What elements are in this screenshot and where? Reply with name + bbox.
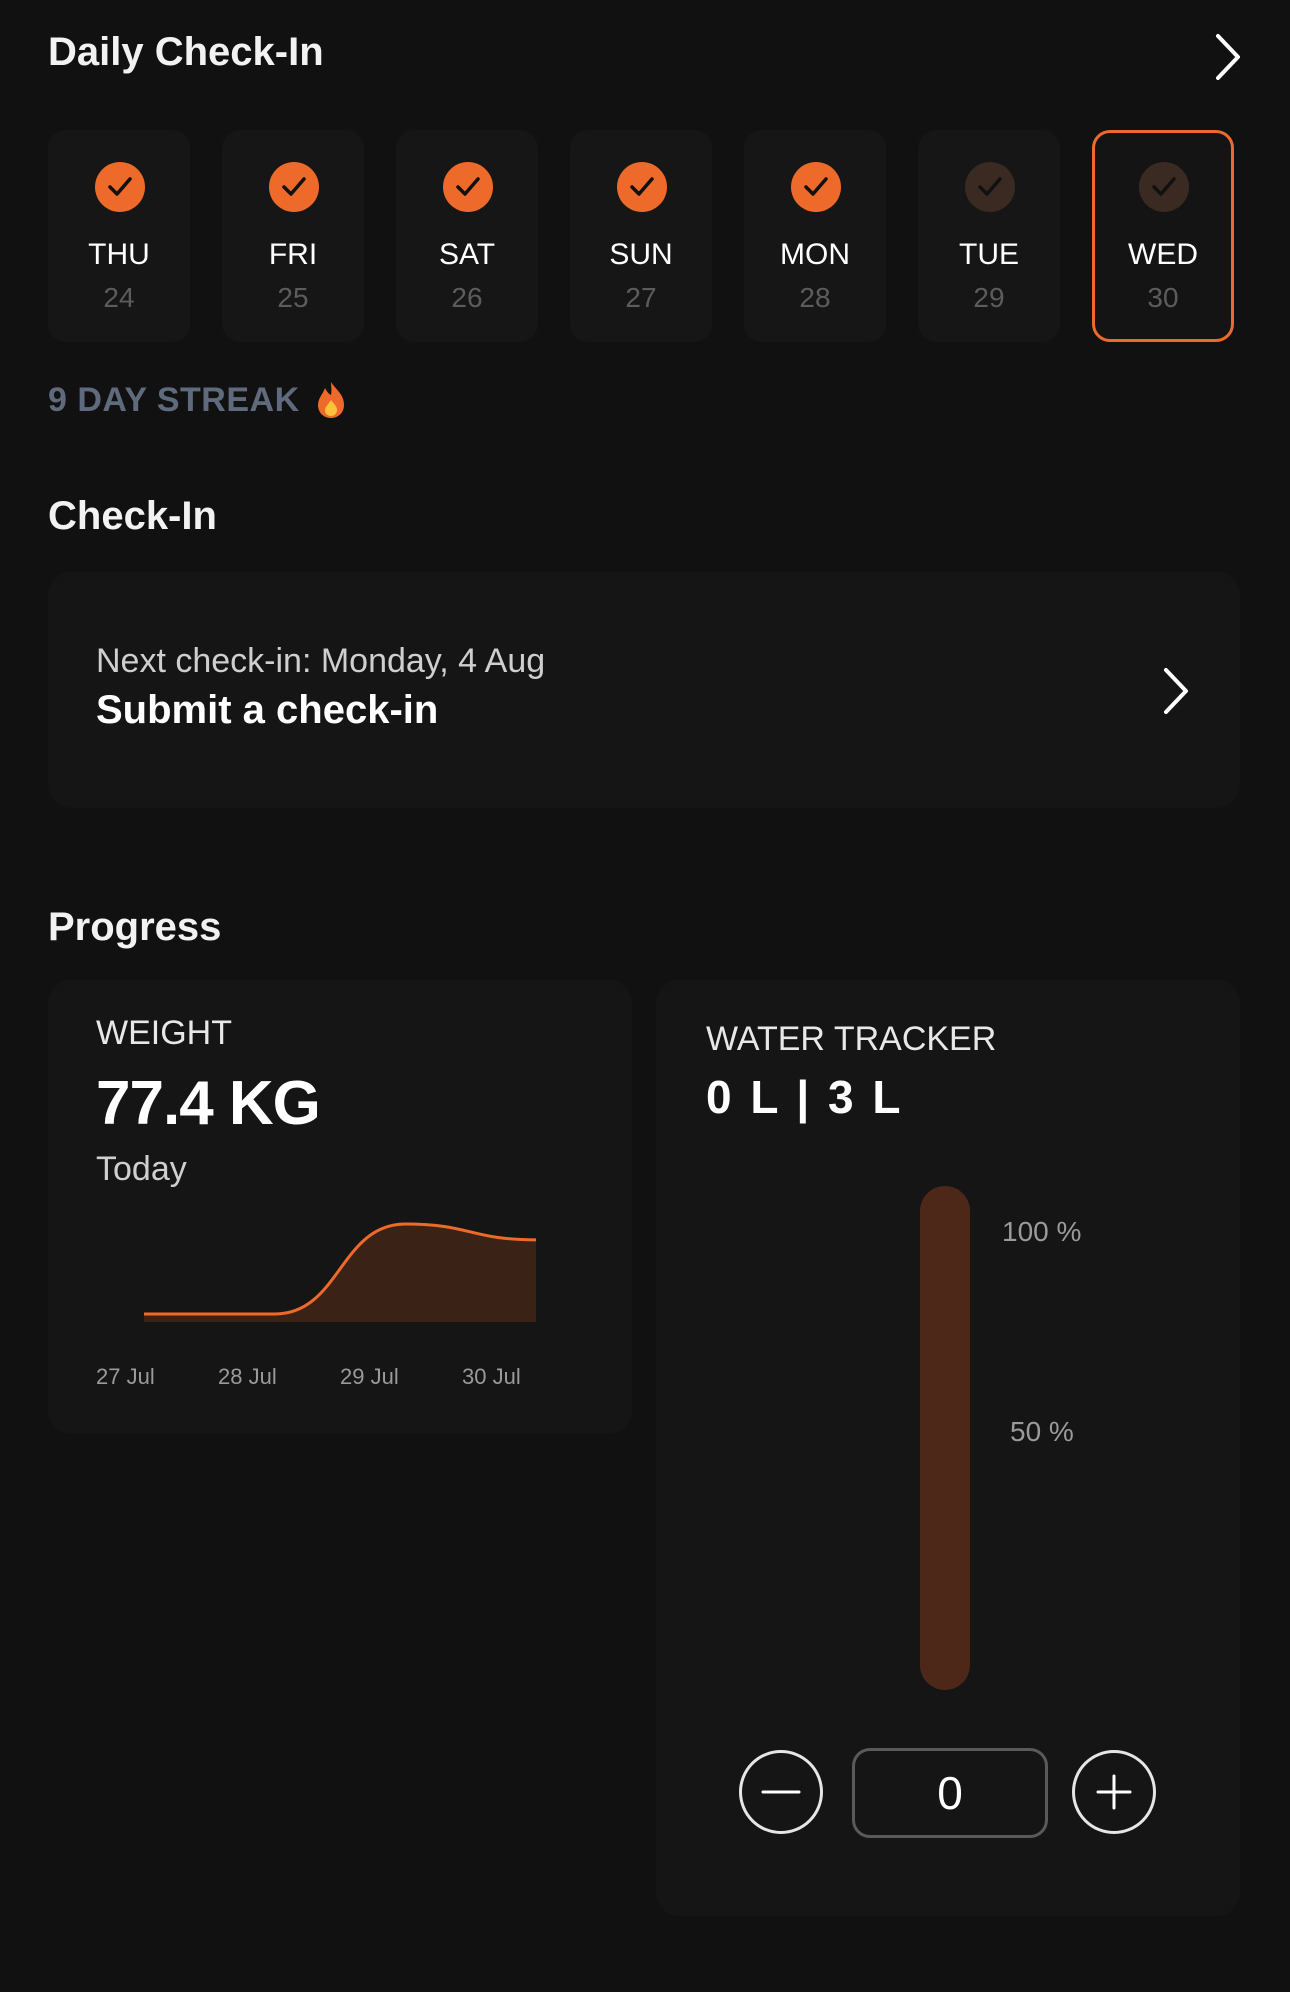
day-name: SUN	[609, 238, 673, 271]
day-number: 26	[451, 282, 483, 313]
decrease-water-button[interactable]	[739, 1750, 823, 1834]
day-tile-thu[interactable]: THU 24	[48, 130, 190, 342]
increase-water-button[interactable]	[1072, 1750, 1156, 1834]
day-name: TUE	[959, 238, 1019, 271]
check-icon	[617, 162, 667, 212]
checkin-section-title: Check-In	[48, 494, 217, 538]
day-name: MON	[780, 238, 850, 271]
weight-card[interactable]: WEIGHT 77.4 KG Today 27 Jul 28 Jul 29 Jul 3…	[48, 980, 632, 1434]
day-tile-sun[interactable]: SUN 27	[570, 130, 712, 342]
x-tick-label: 29 Jul	[340, 1364, 399, 1389]
day-number: 27	[625, 282, 657, 313]
day-number: 25	[277, 282, 309, 313]
check-icon	[1139, 162, 1189, 212]
page-title: Daily Check-In	[48, 30, 324, 74]
check-icon	[269, 162, 319, 212]
water-value: 0 L | 3 L	[706, 1071, 904, 1123]
day-tile-sat[interactable]: SAT 26	[396, 130, 538, 342]
check-icon	[443, 162, 493, 212]
chevron-right-icon[interactable]	[1202, 30, 1252, 84]
submit-checkin-label: Submit a check-in	[96, 688, 439, 732]
day-name: FRI	[268, 238, 318, 271]
water-level-bar	[920, 1186, 970, 1690]
minus-icon	[761, 1790, 801, 1794]
day-number: 29	[973, 282, 1005, 313]
chevron-right-icon	[1158, 664, 1194, 718]
day-name: THU	[88, 238, 150, 271]
next-checkin-text: Next check-in: Monday, 4 Aug	[96, 642, 546, 680]
x-tick-label: 28 Jul	[218, 1364, 277, 1389]
water-quantity-input[interactable]: 0	[852, 1748, 1048, 1838]
water-label: WATER TRACKER	[706, 1020, 997, 1058]
progress-section-title: Progress	[48, 905, 222, 949]
flame-icon	[314, 380, 348, 420]
day-tile-tue[interactable]: TUE 29	[918, 130, 1060, 342]
check-icon	[965, 162, 1015, 212]
day-name: SAT	[438, 238, 496, 271]
day-strip: THU 24 FRI 25 SAT 26 SUN 27 MON 28 TUE 2…	[48, 130, 1238, 342]
check-icon	[791, 162, 841, 212]
day-number: 28	[799, 282, 831, 313]
water-50-percent-label: 50 %	[1010, 1416, 1074, 1447]
streak-text: 9 DAY STREAK	[48, 380, 300, 419]
day-tile-wed[interactable]: WED 30	[1092, 130, 1234, 342]
day-tile-fri[interactable]: FRI 25	[222, 130, 364, 342]
weight-date-label: Today	[96, 1150, 187, 1188]
water-100-percent-label: 100 %	[1002, 1216, 1082, 1247]
plus-icon	[1096, 1774, 1132, 1810]
checkin-card[interactable]: Next check-in: Monday, 4 Aug Submit a ch…	[48, 572, 1240, 808]
weight-label: WEIGHT	[96, 1014, 232, 1052]
x-tick-label: 27 Jul	[96, 1364, 155, 1389]
x-tick-label: 30 Jul	[462, 1364, 521, 1389]
day-name: WED	[1128, 238, 1198, 271]
day-tile-mon[interactable]: MON 28	[744, 130, 886, 342]
check-icon	[95, 162, 145, 212]
water-tracker-card: WATER TRACKER 0 L | 3 L 100 % 50 % 0	[656, 980, 1240, 1916]
streak-label: 9 DAY STREAK	[48, 380, 348, 420]
weight-area	[144, 1224, 536, 1322]
day-number: 24	[103, 282, 135, 313]
weight-chart: 27 Jul 28 Jul 29 Jul 30 Jul	[96, 1222, 537, 1389]
day-number: 30	[1147, 282, 1179, 313]
weight-value: 77.4 KG	[96, 1069, 321, 1138]
